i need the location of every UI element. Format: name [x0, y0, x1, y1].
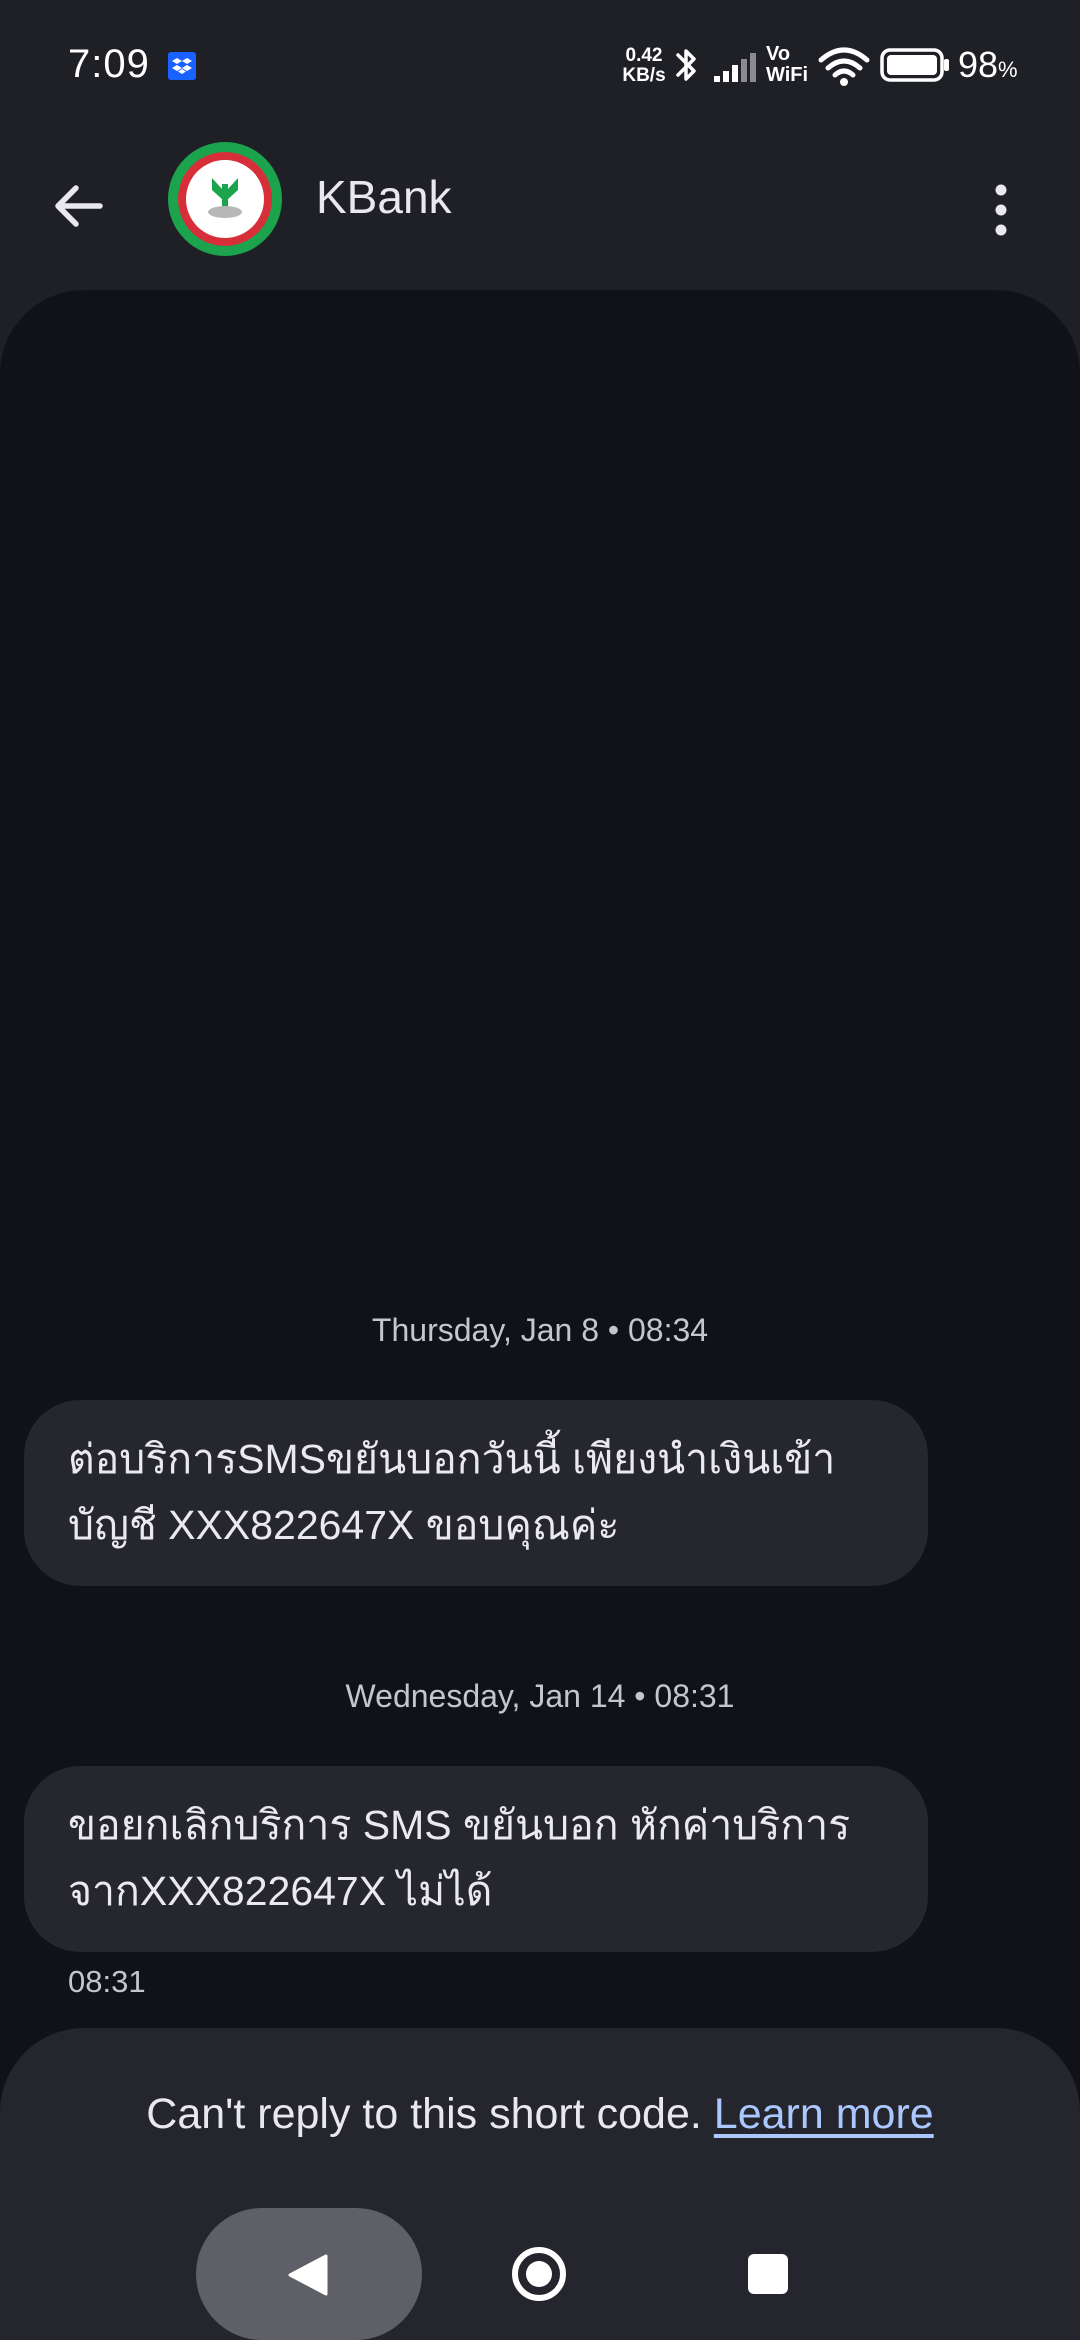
signal-icon — [714, 53, 756, 82]
message-bubble[interactable]: ขอยกเลิกบริการ SMS ขยันบอก หักค่าบริการจ… — [24, 1766, 928, 1952]
network-speed: 0.42 KB/s — [618, 46, 670, 86]
nav-recents-icon[interactable] — [748, 2254, 788, 2294]
message-bubble[interactable]: ต่อบริการSMSขยันบอกวันนี้ เพียงนำเงินเข้… — [24, 1400, 928, 1586]
battery-percent-suffix: % — [998, 57, 1018, 82]
nav-home-icon — [512, 2247, 566, 2301]
no-reply-notice: Can't reply to this short code. Learn mo… — [0, 2090, 1080, 2139]
arrow-back-icon — [55, 185, 103, 227]
battery-icon — [880, 48, 949, 82]
battery-percent-value: 98 — [958, 44, 999, 85]
vowifi-bottom: WiFi — [766, 64, 809, 86]
nav-back-icon — [288, 2254, 328, 2296]
messages-screen: 7:09 0.42 KB/s Vo WiFi 98% KBank Thursda… — [0, 0, 1080, 2340]
kbank-logo-icon — [208, 178, 242, 218]
status-bar: 7:09 0.42 KB/s Vo WiFi 98% — [0, 0, 1080, 130]
wifi-icon — [818, 47, 870, 86]
network-speed-unit: KB/s — [622, 65, 666, 86]
no-reply-text: Can't reply to this short code. — [146, 2090, 702, 2138]
nav-home-button[interactable] — [509, 2244, 569, 2304]
battery-percent: 98% — [958, 44, 1018, 86]
message-timestamp: 08:31 — [68, 1964, 146, 1999]
more-vertical-icon — [995, 184, 1007, 236]
learn-more-link[interactable]: Learn more — [714, 2090, 934, 2138]
kbank-avatar[interactable] — [168, 142, 282, 256]
app-bar: KBank — [0, 130, 1080, 290]
vowifi-indicator: Vo WiFi — [766, 44, 808, 86]
date-divider: Wednesday, Jan 14 • 08:31 — [345, 1678, 735, 1714]
nav-back-button[interactable] — [196, 2208, 422, 2340]
date-divider: Thursday, Jan 8 • 08:34 — [371, 1312, 709, 1348]
vowifi-top: Vo — [766, 43, 791, 65]
contact-name: KBank — [316, 171, 452, 223]
dropbox-icon — [168, 52, 196, 80]
status-time: 7:09 — [68, 42, 150, 86]
more-options-button[interactable] — [976, 170, 1026, 250]
network-speed-value: 0.42 — [625, 45, 663, 66]
bluetooth-icon — [676, 49, 696, 81]
back-button[interactable] — [40, 166, 120, 246]
